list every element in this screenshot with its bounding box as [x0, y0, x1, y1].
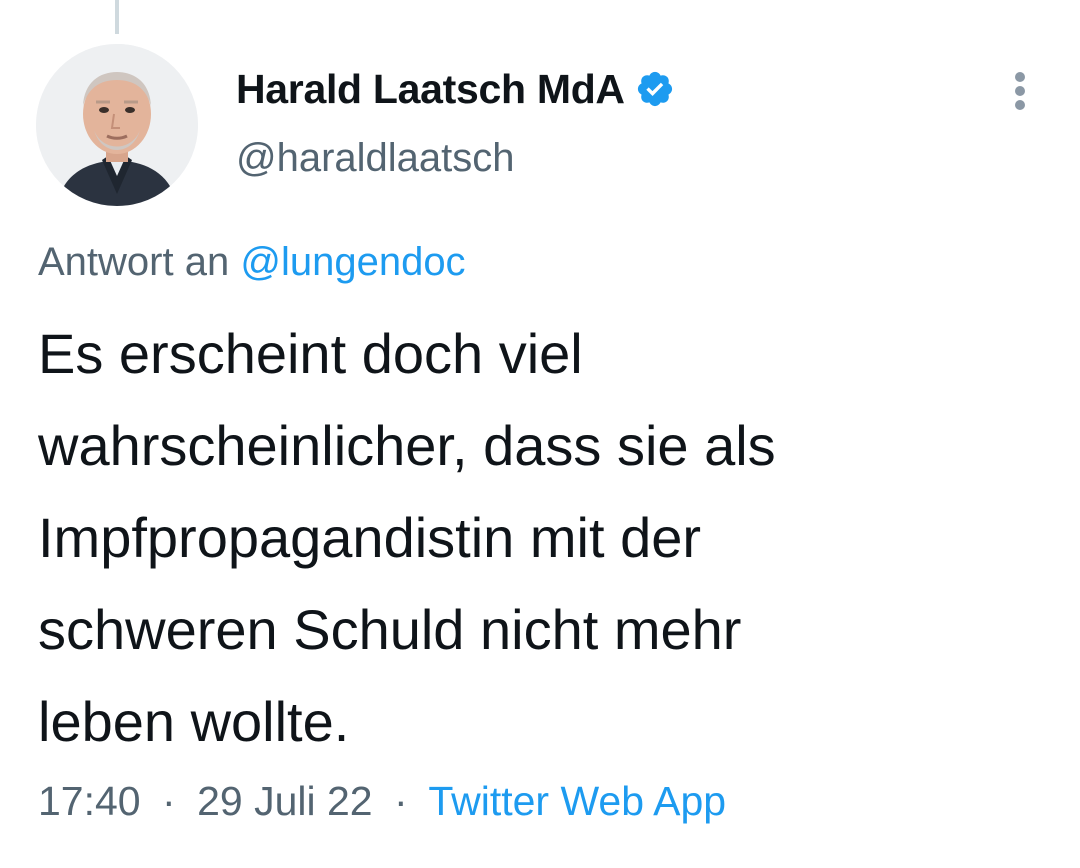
- tweet-text-line: Es erscheint doch viel: [38, 322, 583, 385]
- tweet-metadata: 17:40 · 29 Juli 22 · Twitter Web App: [38, 778, 726, 825]
- person-avatar-icon: [36, 44, 198, 206]
- reply-prefix: Antwort an: [38, 240, 230, 284]
- reply-mention-link[interactable]: @lungendoc: [240, 240, 465, 284]
- dot: [1015, 72, 1025, 82]
- tweet-date[interactable]: 29 Juli 22: [197, 778, 373, 824]
- meta-separator: ·: [162, 778, 176, 824]
- reply-context: Antwort an @lungendoc: [38, 240, 466, 285]
- tweet-text-line: wahrscheinlicher, dass sie als: [38, 414, 776, 477]
- thread-connector-line: [115, 0, 119, 34]
- dot: [1015, 86, 1025, 96]
- tweet-text-line: leben wollte.: [38, 690, 350, 753]
- verified-badge-icon: [635, 69, 675, 109]
- author-handle[interactable]: @haraldlaatsch: [236, 136, 515, 181]
- tweet-text-line: Impfpropagandistin mit der: [38, 506, 702, 569]
- dot: [1015, 100, 1025, 110]
- author-display-name[interactable]: Harald Laatsch MdA: [236, 66, 625, 113]
- tweet-source-link[interactable]: Twitter Web App: [428, 778, 726, 824]
- meta-separator: ·: [394, 778, 408, 824]
- author-name-row[interactable]: Harald Laatsch MdA: [236, 62, 675, 116]
- tweet-time[interactable]: 17:40: [38, 778, 141, 824]
- tweet-text: Es erscheint doch viel wahrscheinlicher,…: [38, 308, 1048, 768]
- more-options-icon[interactable]: [1000, 66, 1040, 116]
- avatar[interactable]: [36, 44, 198, 206]
- tweet-text-line: schweren Schuld nicht mehr: [38, 598, 742, 661]
